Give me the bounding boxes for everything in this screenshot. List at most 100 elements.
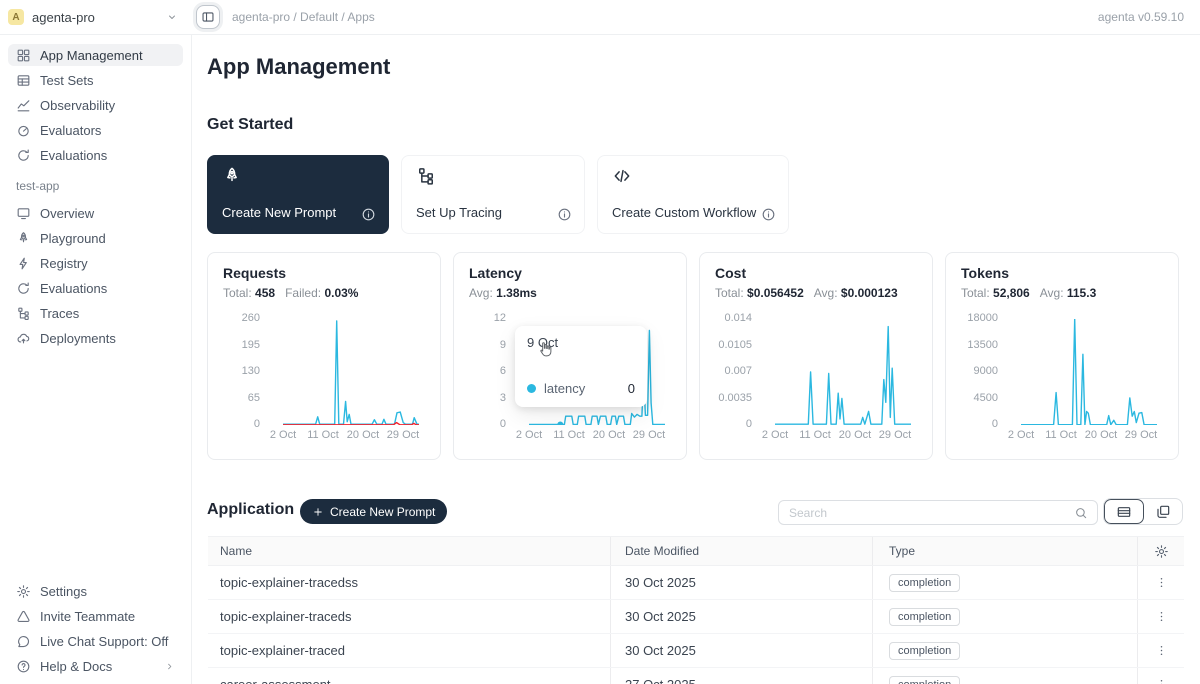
view-toggle <box>1103 498 1183 525</box>
monitor-icon <box>16 206 31 221</box>
chevron-right-icon <box>164 661 175 672</box>
get-started-title: Get Started <box>207 116 293 134</box>
tooltip-series-row: latency 0 <box>527 381 635 396</box>
chart-icon <box>16 98 31 113</box>
column-header-type[interactable]: Type <box>872 537 1137 565</box>
column-header-actions <box>1137 537 1184 565</box>
sidebar-item-observability[interactable]: Observability <box>8 94 183 116</box>
get-started-card-set-up-tracing[interactable]: Set Up Tracing <box>401 155 585 234</box>
sidebar-item-registry[interactable]: Registry <box>8 252 183 274</box>
sidebar-item-help-docs[interactable]: Help & Docs <box>8 655 183 677</box>
chart-stats: Total: $0.056452Avg: $0.000123 <box>715 286 898 300</box>
main-content: App Management Get Started Create New Pr… <box>193 34 1200 684</box>
sidebar-section-label: test-app <box>8 179 183 193</box>
sidebar-item-playground[interactable]: Playground <box>8 227 183 249</box>
table-icon <box>16 73 31 88</box>
chart-plot <box>775 319 911 425</box>
x-axis-tick: 2 Oct <box>999 429 1043 441</box>
type-badge: completion <box>889 676 960 684</box>
row-menu-button[interactable] <box>1150 640 1172 662</box>
sidebar-toggle-button[interactable] <box>196 5 220 29</box>
chart-tooltip: 9 Oct latency 0 <box>515 326 647 407</box>
series-dot <box>527 384 536 393</box>
sidebar-item-app-management[interactable]: App Management <box>8 44 183 66</box>
code-icon <box>612 166 632 186</box>
sidebar-item-label: Help & Docs <box>40 659 112 674</box>
create-new-prompt-button[interactable]: Create New Prompt <box>300 499 447 524</box>
row-menu-button[interactable] <box>1150 606 1172 628</box>
chart-card-tokens: TokensTotal: 52,806Avg: 115.318000135009… <box>945 252 1179 460</box>
search-box <box>778 500 1098 525</box>
sidebar-item-evaluations[interactable]: Evaluations <box>8 144 183 166</box>
card-view-icon <box>1155 504 1171 520</box>
sidebar-item-label: Overview <box>40 206 94 221</box>
gear-icon <box>16 584 31 599</box>
get-started-card-create-new-prompt[interactable]: Create New Prompt <box>207 155 389 234</box>
chat-icon <box>16 634 31 649</box>
dots-vertical-icon <box>1154 575 1169 590</box>
app-row-career-assessment[interactable]: career-assessment27 Oct 2025completion <box>208 668 1184 684</box>
sidebar-item-test-sets[interactable]: Test Sets <box>8 69 183 91</box>
workspace-selector[interactable]: A agenta-pro <box>8 0 178 34</box>
table-settings-button[interactable] <box>1154 544 1169 559</box>
y-axis-tick: 0.0035 <box>700 392 752 404</box>
sidebar-item-label: Evaluators <box>40 123 101 138</box>
y-axis-tick: 18000 <box>946 312 998 324</box>
column-header-date-modified[interactable]: Date Modified <box>610 537 872 565</box>
sidebar-item-overview[interactable]: Overview <box>8 202 183 224</box>
charts-row: RequestsTotal: 458Failed: 0.03%260195130… <box>207 252 1179 460</box>
sidebar-item-label: Evaluations <box>40 281 107 296</box>
column-header-name[interactable]: Name <box>208 537 610 565</box>
get-started-card-create-custom-workflow[interactable]: Create Custom Workflow <box>597 155 789 234</box>
y-axis-tick: 65 <box>208 392 260 404</box>
cloud-icon <box>16 331 31 346</box>
app-type-cell: completion <box>872 634 1137 667</box>
x-axis-tick: 2 Oct <box>753 429 797 441</box>
y-axis-tick: 6 <box>454 365 506 377</box>
sidebar-item-evaluators[interactable]: Evaluators <box>8 119 183 141</box>
rocket-icon <box>16 231 31 246</box>
search-icon <box>1074 506 1088 520</box>
tooltip-series-name: latency <box>544 381 585 396</box>
sidebar-item-live-chat-support-off[interactable]: Live Chat Support: Off <box>8 630 183 652</box>
x-axis-tick: 20 Oct <box>341 429 385 441</box>
app-row-topic-explainer-traced[interactable]: topic-explainer-traced30 Oct 2025complet… <box>208 634 1184 668</box>
breadcrumb[interactable]: agenta-pro / Default / Apps <box>232 0 375 34</box>
sidebar-item-label: Live Chat Support: Off <box>40 634 168 649</box>
sidebar-item-label: Playground <box>40 231 106 246</box>
app-name: topic-explainer-traceds <box>208 600 610 633</box>
y-axis-tick: 260 <box>208 312 260 324</box>
sidebar-item-label: Test Sets <box>40 73 93 88</box>
table-view-button[interactable] <box>1104 499 1144 524</box>
app-row-topic-explainer-tracedss[interactable]: topic-explainer-tracedss30 Oct 2025compl… <box>208 566 1184 600</box>
x-axis-tick: 20 Oct <box>1079 429 1123 441</box>
x-axis-tick: 29 Oct <box>1119 429 1163 441</box>
help-icon <box>16 659 31 674</box>
sidebar-item-deployments[interactable]: Deployments <box>8 327 183 349</box>
card-view-button[interactable] <box>1144 499 1182 524</box>
type-badge: completion <box>889 574 960 592</box>
app-actions-cell <box>1137 566 1184 599</box>
search-input[interactable] <box>779 506 1074 520</box>
app-row-topic-explainer-traceds[interactable]: topic-explainer-traceds30 Oct 2025comple… <box>208 600 1184 634</box>
row-menu-button[interactable] <box>1150 674 1172 684</box>
sidebar-item-label: Observability <box>40 98 115 113</box>
sidebar-item-traces[interactable]: Traces <box>8 302 183 324</box>
sidebar-item-invite-teammate[interactable]: Invite Teammate <box>8 605 183 627</box>
x-axis-tick: 11 Oct <box>301 429 345 441</box>
x-axis-tick: 2 Oct <box>261 429 305 441</box>
table-body: topic-explainer-tracedss30 Oct 2025compl… <box>208 566 1184 684</box>
rocket-icon <box>222 166 242 186</box>
dots-vertical-icon <box>1154 677 1169 684</box>
create-new-prompt-label: Create New Prompt <box>330 505 435 519</box>
gauge-icon <box>16 123 31 138</box>
x-axis-tick: 11 Oct <box>547 429 591 441</box>
x-axis-tick: 29 Oct <box>381 429 425 441</box>
app-name: topic-explainer-tracedss <box>208 566 610 599</box>
y-axis-tick: 0 <box>454 418 506 430</box>
refresh-icon <box>16 281 31 296</box>
sidebar-item-settings[interactable]: Settings <box>8 580 183 602</box>
topbar: A agenta-pro agenta-pro / Default / Apps… <box>0 0 1200 35</box>
row-menu-button[interactable] <box>1150 572 1172 594</box>
sidebar-item-evaluations[interactable]: Evaluations <box>8 277 183 299</box>
